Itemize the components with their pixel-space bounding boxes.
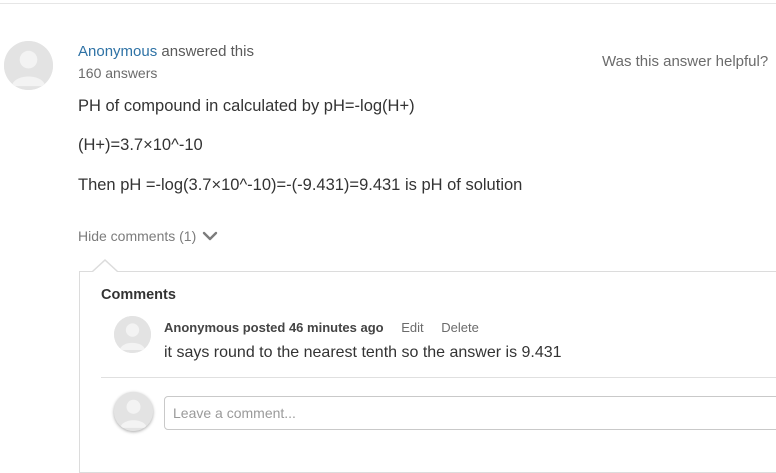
answer-count: 160 answers [78,65,158,81]
comment-author-posted: Anonymous posted 46 minutes ago [164,320,384,335]
author-link[interactable]: Anonymous [78,43,157,60]
answerer-avatar[interactable] [4,41,53,90]
edit-comment-link[interactable]: Edit [401,320,423,335]
comments-title: Comments [101,287,176,303]
comment-text: it says round to the nearest tenth so th… [164,344,562,361]
default-user-icon [114,316,151,353]
answer-line: (H+)=3.7×10^-10 [78,136,203,154]
commenter-avatar[interactable] [114,316,151,353]
author-line: Anonymous answered this [78,43,254,60]
top-divider [0,3,776,4]
hide-comments-toggle[interactable]: Hide comments (1) [78,228,218,244]
current-user-avatar [114,392,153,431]
answer-line: PH of compound in calculated by pH=-log(… [78,97,415,115]
helpful-prompt: Was this answer helpful? [602,53,769,70]
comments-panel [79,271,776,473]
default-user-icon [4,41,53,90]
comments-panel-pointer-fill [93,261,117,272]
answered-this-text: answered this [161,43,254,60]
leave-comment-input[interactable] [164,396,776,430]
hide-comments-label: Hide comments (1) [78,228,197,244]
chevron-down-icon [203,231,218,241]
comment-divider [101,377,776,378]
answer-line: Then pH =-log(3.7×10^-10)=-(-9.431)=9.43… [78,176,523,194]
comment-meta: Anonymous posted 46 minutes ago Edit Del… [164,320,479,335]
default-user-icon [114,392,153,431]
delete-comment-link[interactable]: Delete [441,320,479,335]
